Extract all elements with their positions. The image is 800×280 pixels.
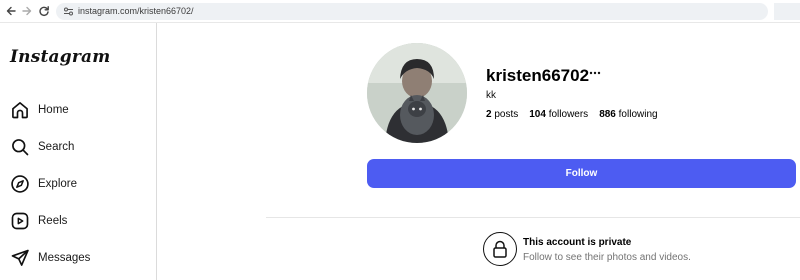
content-divider <box>266 217 800 218</box>
private-account-subtitle: Follow to see their photos and videos. <box>523 252 691 263</box>
search-icon <box>9 136 31 158</box>
follow-button[interactable]: Follow <box>367 159 796 188</box>
sidebar-item-label: Reels <box>38 215 68 227</box>
sidebar-item-explore[interactable]: Explore <box>8 170 148 198</box>
sidebar-item-messages[interactable]: Messages <box>8 244 148 272</box>
explore-icon <box>9 173 31 195</box>
profile-avatar[interactable] <box>367 43 467 143</box>
posts-count: 2 posts <box>486 109 518 120</box>
browser-toolbar: instagram.com/kristen66702/ <box>0 0 800 23</box>
instagram-logo[interactable]: Instagram <box>10 47 110 67</box>
sidebar-item-label: Home <box>38 104 69 116</box>
sidebar-item-reels[interactable]: Reels <box>8 207 148 235</box>
stat-label: posts <box>494 109 519 120</box>
back-arrow-icon[interactable] <box>3 3 19 19</box>
sidebar-item-label: Explore <box>38 178 77 190</box>
profile-display-name: kk <box>486 90 496 101</box>
private-account-title: This account is private <box>523 237 632 248</box>
reload-icon[interactable] <box>36 3 52 19</box>
stat-label: following <box>618 109 658 120</box>
sidebar: Instagram Home Search Explore Reels Mess… <box>0 23 157 280</box>
toolbar-end <box>774 3 800 20</box>
stat-label: followers <box>548 109 589 120</box>
address-bar[interactable]: instagram.com/kristen66702/ <box>56 3 768 20</box>
lock-icon <box>483 232 517 266</box>
forward-arrow-icon[interactable] <box>19 3 35 19</box>
stat-count: 886 <box>599 109 616 120</box>
site-settings-icon[interactable] <box>63 6 74 17</box>
profile-stats: 2 posts 104 followers 886 following <box>486 109 669 120</box>
sidebar-item-label: Messages <box>38 252 91 264</box>
reels-icon <box>9 210 31 232</box>
following-count[interactable]: 886 following <box>599 109 657 120</box>
more-options-icon[interactable] <box>589 65 601 81</box>
stat-count: 2 <box>486 109 492 120</box>
stat-count: 104 <box>529 109 546 120</box>
profile-username: kristen66702 <box>486 66 590 85</box>
url-text: instagram.com/kristen66702/ <box>78 6 194 16</box>
followers-count[interactable]: 104 followers <box>529 109 588 120</box>
messages-icon <box>9 247 31 269</box>
home-icon <box>9 99 31 121</box>
sidebar-item-home[interactable]: Home <box>8 96 148 124</box>
sidebar-item-label: Search <box>38 141 75 153</box>
sidebar-item-search[interactable]: Search <box>8 133 148 161</box>
